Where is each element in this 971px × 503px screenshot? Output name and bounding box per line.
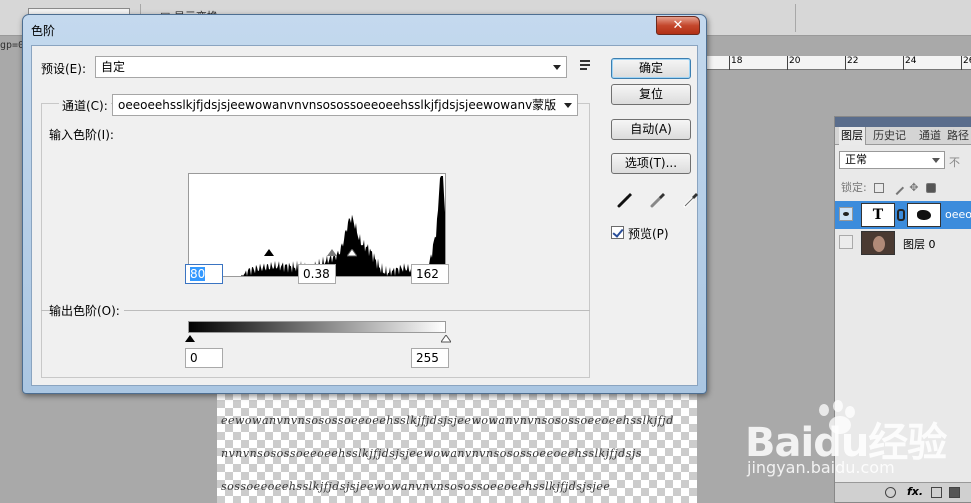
lock-all-icon[interactable] [925,183,936,193]
ruler-label: 20 [789,56,801,66]
options-button[interactable]: 选项(T)... [611,153,691,174]
chevron-down-icon [932,158,940,163]
ruler-label: 26 [963,56,971,66]
ruler-tick [845,56,846,70]
layer-row-text[interactable]: T oeeo [835,201,971,229]
input-gamma-value: 0.38 [303,267,330,281]
preset-value: 自定 [101,60,126,74]
close-button[interactable]: ✕ [656,16,700,35]
histogram [188,173,446,277]
coordinate-text: gp=0 [0,40,25,51]
lock-row: 锁定: ✥ [841,179,936,196]
ruler-label: 18 [731,56,743,66]
baidu-watermark: Baidu经验 jingyan.baidu.com [745,400,965,490]
input-black-field[interactable]: 80 [185,264,223,284]
preview-label[interactable]: 预览(P) [628,225,669,242]
document-canvas[interactable]: eewowanvnvnsosossoeeoeehsslkjfjdsjsjeewo… [217,392,697,503]
channel-value: oeeoeehsslkjfjdsjsjeewowanvnvnsosossoeeo… [118,98,557,112]
blend-mode-value: 正常 [845,153,867,166]
channel-label: 通道(C): [59,97,111,114]
ruler-label: 22 [847,56,859,66]
tab-layers[interactable]: 图层 [839,127,866,145]
dialog-client: 预设(E): 自定 通道(C): oeeoeehsslkjfjdsjsjeewo… [31,45,698,386]
ok-button[interactable]: 确定 [611,58,691,79]
input-white-slider[interactable] [347,249,357,257]
canvas-text-line: nvnvnsosossoeeoeehsslkjfjdsjsjeewowanvnv… [221,447,642,460]
image-layer-thumbnail [861,231,895,255]
ruler-tick [729,56,730,70]
input-levels-label: 输入色阶(I): [49,128,114,142]
preset-select[interactable]: 自定 [95,56,567,78]
input-black-value: 80 [190,267,206,281]
link-icon[interactable] [897,209,905,221]
levels-dialog: 色阶 ✕ 预设(E): 自定 通道(C): oeeoeehsslkjfjdsjs… [22,14,707,394]
paw-icon [845,406,855,418]
layer-row-image[interactable]: 图层 0 [835,229,971,257]
auto-button[interactable]: 自动(A) [611,119,691,140]
ruler-tick [961,56,962,70]
tab-channels[interactable]: 通道 [917,127,943,145]
ruler-label: 24 [905,56,917,66]
canvas-text-line: sossoeeoeehsslkjfjdsjsjeewowanvnvnsososs… [221,480,611,493]
ruler-tick [787,56,788,70]
layer-mask-thumbnail[interactable] [907,203,941,227]
preset-options-icon[interactable] [580,60,594,72]
chevron-down-icon [553,65,561,70]
input-white-value: 162 [416,267,439,281]
preset-label: 预设(E): [41,62,86,76]
paw-icon [833,400,843,412]
output-white-slider[interactable] [441,335,451,343]
input-white-field[interactable]: 162 [411,264,449,284]
lock-move-icon[interactable]: ✥ [909,182,918,193]
output-black-field[interactable]: 0 [185,348,223,368]
watermark-url: jingyan.baidu.com [747,458,895,477]
output-levels-label: 输出色阶(O): [49,302,124,319]
channel-select[interactable]: oeeoeehsslkjfjdsjsjeewowanvnvnsosossoeeo… [112,94,578,116]
output-black-value: 0 [190,351,198,365]
ruler-tick [903,56,904,70]
gray-eyedropper-icon[interactable] [650,190,668,208]
toolbar-separator [795,4,796,32]
layer-name: 图层 0 [903,238,936,251]
preview-checkbox[interactable] [611,226,624,239]
eye-icon[interactable] [839,207,853,221]
chevron-down-icon [564,103,572,108]
lock-label: 锁定: [841,181,867,194]
input-black-slider[interactable] [264,249,274,256]
panel-grip[interactable] [835,117,971,127]
white-eyedropper-icon[interactable] [683,190,701,208]
tab-history[interactable]: 历史记 [871,127,908,145]
output-white-value: 255 [416,351,439,365]
output-white-field[interactable]: 255 [411,348,449,368]
histogram-area [189,176,445,276]
canvas-text-line: eewowanvnvnsosossoeeoeehsslkjfjdsjsjeewo… [221,414,674,427]
blend-mode-select[interactable]: 正常 [839,151,945,169]
input-gamma-field[interactable]: 0.38 [298,264,336,284]
panel-tabs: 图层 历史记 通道 路径 [835,127,971,145]
lock-brush-icon[interactable] [889,180,904,196]
horizontal-ruler: 18 20 22 24 26 [705,56,971,70]
dialog-title: 色阶 [31,24,56,38]
paw-icon [829,416,851,434]
output-black-slider[interactable] [185,335,195,342]
lock-transparent-icon[interactable] [874,183,885,193]
layer-name: oeeo [945,208,971,221]
black-eyedropper-icon[interactable] [617,190,635,208]
reset-button[interactable]: 复位 [611,84,691,105]
tab-paths[interactable]: 路径 [945,127,971,145]
output-gradient [188,321,446,333]
histogram-graph [189,176,445,276]
visibility-toggle[interactable] [839,235,853,249]
opacity-label: 不 [949,156,960,169]
paw-icon [819,404,829,416]
text-layer-thumbnail: T [861,203,895,227]
input-gamma-slider[interactable] [327,249,337,256]
